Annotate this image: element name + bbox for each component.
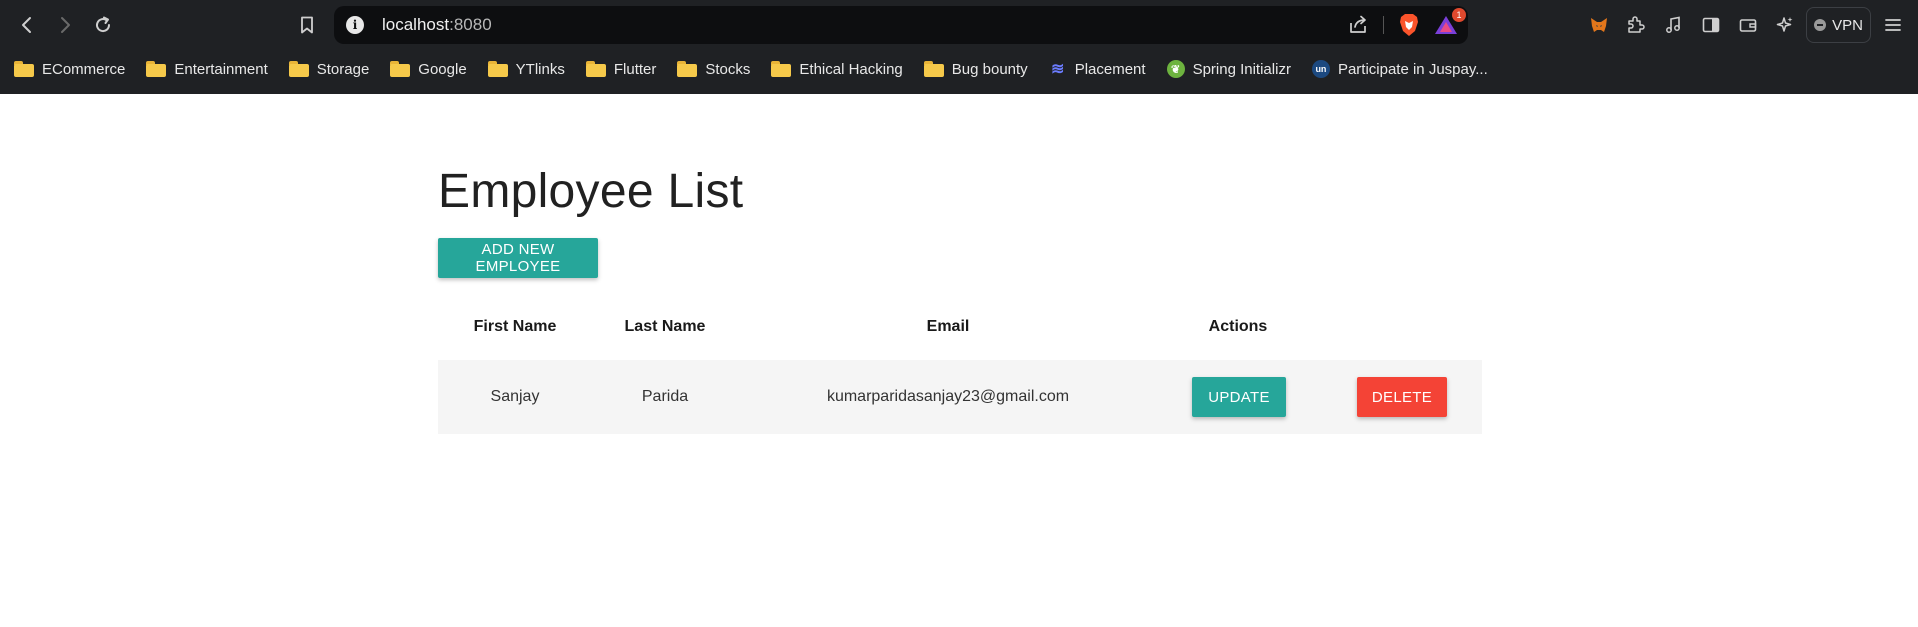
header-actions: Actions <box>1208 318 1268 335</box>
rewards-badge: 1 <box>1452 8 1466 22</box>
delete-button[interactable]: DELETE <box>1357 377 1447 417</box>
bookmark-label: Storage <box>316 60 370 78</box>
bookmark-item[interactable]: Ethical Hacking <box>771 60 903 78</box>
bookmark-label: Entertainment <box>174 60 268 78</box>
brave-shields-icon[interactable] <box>1398 13 1420 37</box>
bookmark-item[interactable]: YTlinks <box>487 60 565 78</box>
bookmark-label: Google <box>418 60 467 78</box>
bookmark-label: Flutter <box>613 60 657 78</box>
bookmark-label: YTlinks <box>515 60 565 78</box>
vpn-status-icon <box>1814 19 1827 31</box>
bookmark-item[interactable]: Entertainment <box>146 60 268 78</box>
site-info-icon[interactable]: i <box>346 16 364 34</box>
bookmark-item[interactable]: Storage <box>288 60 370 78</box>
reload-button[interactable] <box>88 10 118 40</box>
cell-last-name: Parida <box>641 388 689 405</box>
folder-icon <box>487 61 508 77</box>
add-employee-button[interactable]: ADD NEW EMPLOYEE <box>438 238 598 278</box>
header-email: Email <box>926 318 970 335</box>
bookmark-icon <box>301 16 313 34</box>
bookmark-item[interactable]: un Participate in Juspay... <box>1311 60 1488 78</box>
bookmark-label: Ethical Hacking <box>799 60 903 78</box>
bookmarks-bar: ECommerce Entertainment Storage Google YTlin… <box>0 54 1918 84</box>
url-text[interactable]: localhost:8080 <box>382 15 492 35</box>
forward-arrow-icon <box>61 17 70 33</box>
bookmark-page-button[interactable] <box>292 10 322 40</box>
bookmark-item[interactable]: ≋ Placement <box>1049 60 1146 79</box>
extensions-puzzle-icon[interactable] <box>1624 14 1646 36</box>
forward-button[interactable] <box>50 10 80 40</box>
bookmark-item[interactable]: ECommerce <box>14 61 125 78</box>
header-first-name: First Name <box>473 318 557 335</box>
folder-icon <box>146 61 167 77</box>
header-last-name: Last Name <box>624 318 706 335</box>
page-title: Employee List <box>438 165 744 218</box>
unstop-icon: un <box>1311 60 1330 78</box>
folder-icon <box>585 61 606 77</box>
bookmark-label: Participate in Juspay... <box>1337 60 1488 78</box>
folder-icon <box>390 61 411 77</box>
bookmark-label: ECommerce <box>42 60 126 78</box>
url-port: :8080 <box>449 15 492 34</box>
browser-toolbar: i localhost:8080 1 VPN <box>0 0 1918 50</box>
bookmark-item[interactable]: Google <box>390 60 467 78</box>
wallet-icon[interactable] <box>1737 14 1759 36</box>
brave-rewards-button[interactable]: 1 <box>1434 8 1466 36</box>
bookmark-label: Placement <box>1074 60 1146 78</box>
browser-chrome: i localhost:8080 1 VPN ECommerce Enterta… <box>0 0 1918 94</box>
sidebar-toggle-icon[interactable] <box>1700 14 1722 36</box>
bookmark-item[interactable]: Bug bounty <box>923 60 1028 78</box>
menu-hamburger-icon[interactable] <box>1882 14 1904 36</box>
reload-icon <box>96 16 111 33</box>
folder-icon <box>771 61 792 77</box>
divider <box>1383 16 1384 34</box>
url-host: localhost <box>382 15 450 34</box>
folder-icon <box>923 61 944 77</box>
bookmark-label: Stocks <box>705 60 751 78</box>
address-bar-actions: 1 <box>1347 8 1466 38</box>
media-music-icon[interactable] <box>1662 14 1684 36</box>
table-header: First Name Last Name Email Actions <box>438 302 1482 354</box>
vpn-label: VPN <box>1832 16 1863 34</box>
folder-icon <box>288 61 309 77</box>
employee-table: First Name Last Name Email Actions Sanja… <box>438 302 1482 434</box>
folder-icon <box>677 61 698 77</box>
table-row: Sanjay Parida kumarparidasanjay23@gmail.… <box>438 360 1482 434</box>
bookmark-label: Bug bounty <box>951 60 1028 78</box>
share-icon[interactable] <box>1347 14 1369 36</box>
bookmark-item[interactable]: Flutter <box>585 60 657 78</box>
page-content: Employee List ADD NEW EMPLOYEE First Nam… <box>0 94 1918 627</box>
placement-icon: ≋ <box>1050 61 1065 78</box>
cell-email: kumarparidasanjay23@gmail.com <box>826 388 1070 405</box>
vpn-button[interactable]: VPN <box>1806 7 1871 43</box>
cell-first-name: Sanjay <box>490 388 540 405</box>
back-arrow-icon <box>22 17 31 33</box>
address-bar[interactable]: i localhost:8080 1 <box>334 6 1468 44</box>
bookmark-item[interactable]: Stocks <box>677 61 750 78</box>
bookmark-label: Spring Initializr <box>1192 60 1291 78</box>
spring-icon: ❦ <box>1166 60 1185 78</box>
folder-icon <box>14 61 34 77</box>
leo-ai-sparkle-icon[interactable] <box>1774 14 1796 36</box>
update-button[interactable]: UPDATE <box>1192 377 1286 417</box>
back-button[interactable] <box>12 10 42 40</box>
metamask-icon[interactable] <box>1588 14 1610 36</box>
bookmark-item[interactable]: ❦ Spring Initializr <box>1166 60 1291 78</box>
